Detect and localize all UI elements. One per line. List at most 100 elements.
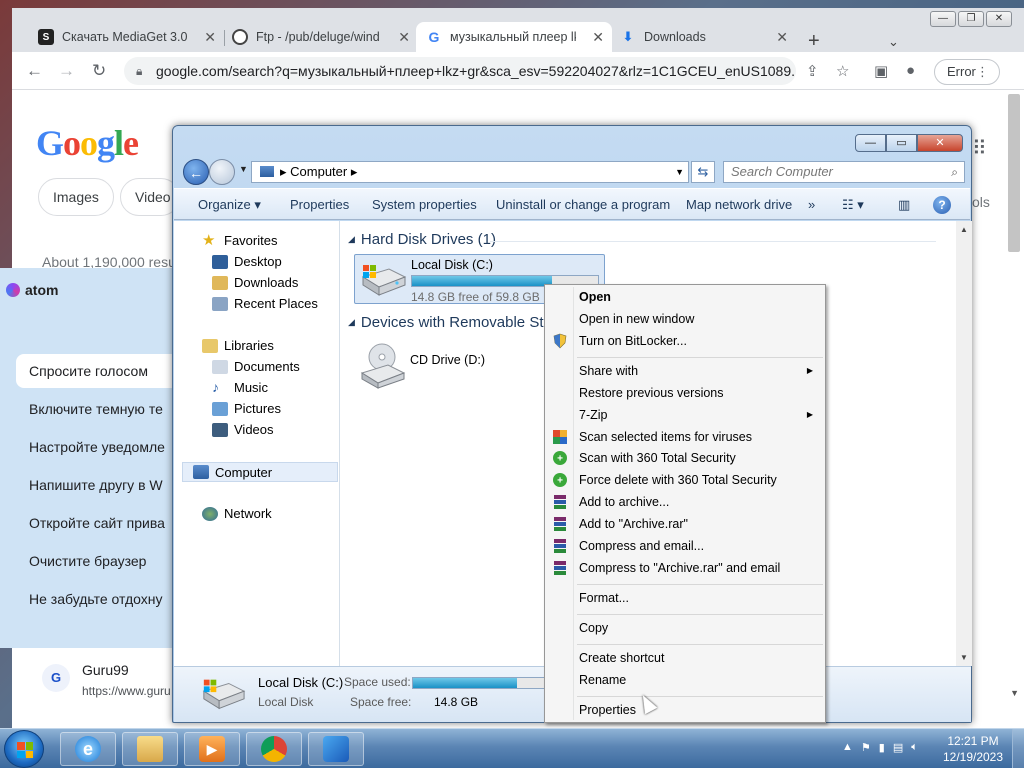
menu-item-scan-viruses[interactable]: Scan selected items for viruses	[547, 426, 823, 448]
scroll-down-arrow-icon[interactable]: ▼	[960, 653, 968, 662]
clock[interactable]: 12:21 PM 12/19/2023	[936, 733, 1010, 765]
taskbar-app[interactable]	[308, 732, 364, 766]
close-tab-icon[interactable]: ✕	[398, 29, 410, 46]
power-icon[interactable]: ▮	[879, 741, 885, 754]
error-button[interactable]: Error ⋮	[934, 59, 1000, 85]
menu-item-7zip[interactable]: 7-Zip ▶	[547, 404, 823, 426]
menu-item-compress-rar-email[interactable]: Compress to "Archive.rar" and email	[547, 557, 823, 579]
atom-suggestion[interactable]: Не забудьте отдохну	[16, 582, 196, 616]
google-apps-icon[interactable]: ⠿	[972, 136, 987, 161]
nav-recent-places[interactable]: Recent Places	[212, 296, 318, 311]
recent-pages-dropdown-icon[interactable]: ▼	[239, 164, 248, 174]
address-bar[interactable]: 🔒︎ google.com/search?q=музыкальный+плеер…	[124, 57, 796, 85]
menu-item-restore-versions[interactable]: Restore previous versions	[547, 382, 823, 404]
more-commands-button[interactable]: »	[808, 189, 815, 221]
properties-command[interactable]: Properties	[290, 189, 349, 221]
menu-item-properties[interactable]: Properties	[547, 699, 823, 721]
atom-suggestion[interactable]: Настройте уведомле	[16, 430, 196, 464]
nav-pictures[interactable]: Pictures	[212, 401, 281, 416]
system-properties-command[interactable]: System properties	[372, 189, 477, 221]
scroll-up-arrow-icon[interactable]: ▲	[960, 225, 968, 234]
breadcrumb-computer[interactable]: Computer	[290, 164, 347, 179]
videos-chip[interactable]: Video	[120, 178, 180, 216]
menu-item-open[interactable]: Open	[547, 286, 823, 308]
atom-suggestion[interactable]: Откройте сайт прива	[16, 506, 196, 540]
browser-tab[interactable]: Ftp - /pub/deluge/wind ✕	[222, 22, 418, 52]
forward-button[interactable]	[209, 159, 235, 185]
nav-downloads[interactable]: Downloads	[212, 275, 298, 290]
taskbar-media-player[interactable]: ▶	[184, 732, 240, 766]
atom-suggestion[interactable]: Спросите голосом	[16, 354, 196, 388]
menu-item-create-shortcut[interactable]: Create shortcut	[547, 647, 823, 669]
side-panel-icon[interactable]: ▣	[874, 62, 888, 80]
menu-item-bitlocker[interactable]: Turn on BitLocker...	[547, 330, 823, 352]
help-icon[interactable]: ?	[933, 196, 951, 214]
nav-documents[interactable]: Documents	[212, 359, 300, 374]
taskbar-internet-explorer[interactable]: e	[60, 732, 116, 766]
preview-pane-icon[interactable]: ▥	[898, 189, 910, 221]
reload-icon[interactable]: ↻	[92, 61, 106, 81]
atom-suggestion[interactable]: Очистите браузер	[16, 544, 196, 578]
uninstall-program-command[interactable]: Uninstall or change a program	[496, 189, 670, 221]
close-tab-icon[interactable]: ✕	[204, 29, 216, 46]
network-tray-icon[interactable]: ▤	[893, 741, 903, 754]
nav-network[interactable]: Network	[202, 506, 272, 521]
taskbar-chrome[interactable]	[246, 732, 302, 766]
explorer-close-button[interactable]: ✕	[917, 134, 963, 152]
menu-item-format[interactable]: Format...	[547, 587, 823, 609]
google-logo[interactable]: Google	[36, 122, 139, 164]
menu-item-compress-email[interactable]: Compress and email...	[547, 535, 823, 557]
explorer-search-input[interactable]: Search Computer ⌕	[723, 161, 965, 183]
taskbar-file-explorer[interactable]	[122, 732, 178, 766]
organize-menu[interactable]: Organize ▾	[198, 189, 261, 221]
nav-computer[interactable]: Computer	[182, 462, 338, 482]
view-options-icon[interactable]: ☷ ▾	[842, 189, 864, 221]
close-tab-icon[interactable]: ✕	[592, 29, 604, 46]
explorer-address-bar[interactable]: ▸ Computer ▸ ▼	[251, 161, 689, 183]
browser-tab-active[interactable]: G музыкальный плеер lkz ✕	[416, 22, 612, 52]
nav-videos[interactable]: Videos	[212, 422, 274, 437]
profile-avatar-icon[interactable]: ●	[906, 62, 915, 79]
explorer-vertical-scrollbar[interactable]: ▲ ▼	[956, 221, 972, 666]
new-tab-icon[interactable]: +	[808, 30, 820, 53]
show-hidden-icons-icon[interactable]: ▲	[842, 741, 853, 754]
action-center-flag-icon[interactable]: ⚑	[861, 741, 871, 754]
tools-link[interactable]: ols	[972, 194, 990, 210]
menu-item-force-delete-360[interactable]: + Force delete with 360 Total Security	[547, 469, 823, 491]
browser-tab[interactable]: S Скачать MediaGet 3.01. ✕	[28, 22, 225, 52]
close-tab-icon[interactable]: ✕	[776, 29, 788, 46]
browser-tab[interactable]: ⬇ Downloads ✕	[610, 22, 796, 52]
menu-item-add-to-archive[interactable]: Add to archive...	[547, 491, 823, 513]
refresh-button[interactable]: ⇆	[691, 161, 715, 183]
group-header-removable[interactable]: ◢ Devices with Removable Sto	[348, 314, 552, 331]
bookmark-star-icon[interactable]: ☆	[836, 62, 849, 80]
nav-music[interactable]: ♪ Music	[212, 380, 268, 396]
nav-libraries[interactable]: Libraries	[202, 338, 274, 353]
menu-item-scan-360[interactable]: + Scan with 360 Total Security	[547, 447, 823, 469]
show-desktop-button[interactable]	[1012, 729, 1024, 768]
map-network-drive-command[interactable]: Map network drive	[686, 189, 792, 221]
more-menu-icon[interactable]: ⋮	[976, 60, 989, 84]
volume-icon[interactable]: 🔈︎	[911, 741, 918, 754]
scroll-down-arrow-icon[interactable]: ▼	[1010, 688, 1019, 698]
address-dropdown-icon[interactable]: ▼	[675, 162, 684, 182]
menu-item-rename[interactable]: Rename	[547, 669, 823, 691]
group-header-hard-disk-drives[interactable]: ◢ Hard Disk Drives (1)	[348, 231, 496, 248]
atom-suggestion[interactable]: Включите темную те	[16, 392, 196, 426]
menu-item-copy[interactable]: Copy	[547, 617, 823, 639]
menu-item-add-to-archive-rar[interactable]: Add to "Archive.rar"	[547, 513, 823, 535]
share-icon[interactable]: ⇪	[806, 62, 819, 80]
forward-arrow-icon[interactable]: →	[58, 61, 75, 81]
menu-item-share-with[interactable]: Share with ▶	[547, 360, 823, 382]
back-arrow-icon[interactable]: ←	[26, 61, 43, 81]
menu-item-open-new-window[interactable]: Open in new window	[547, 308, 823, 330]
back-button[interactable]: ←	[183, 159, 209, 185]
page-scrollbar-thumb[interactable]	[1008, 94, 1020, 252]
images-chip[interactable]: Images	[38, 178, 114, 216]
atom-suggestion[interactable]: Напишите другу в W	[16, 468, 196, 502]
nav-favorites[interactable]: ★ Favorites	[202, 233, 277, 249]
start-button[interactable]	[4, 730, 44, 768]
result-site-name[interactable]: Guru99	[82, 662, 129, 678]
nav-desktop[interactable]: Desktop	[212, 254, 282, 269]
tab-search-chevron-icon[interactable]: ⌄	[888, 34, 899, 50]
